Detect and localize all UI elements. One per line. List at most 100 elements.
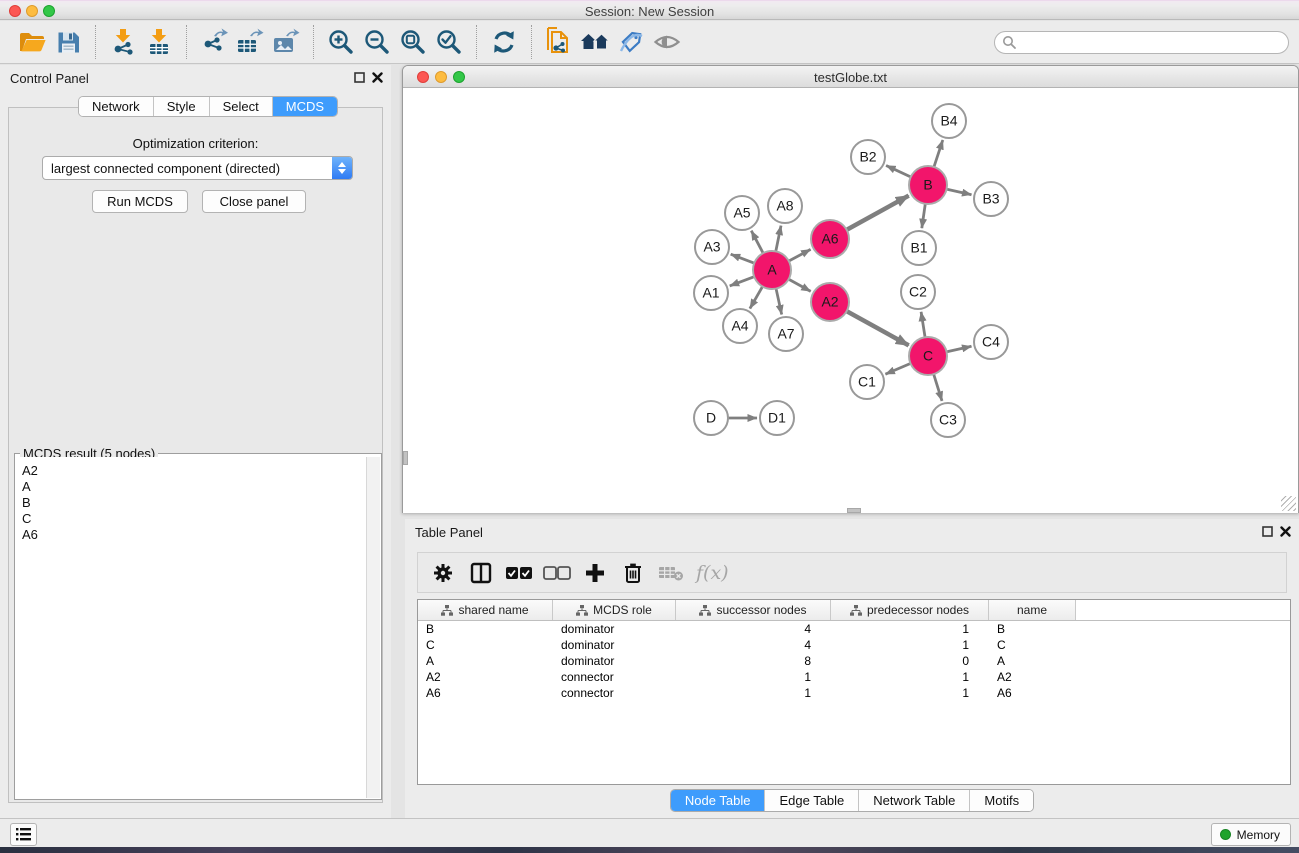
zoom-selected-icon[interactable]: [431, 24, 467, 60]
cell-MCDS-role[interactable]: dominator: [553, 638, 676, 652]
run-mcds-button[interactable]: Run MCDS: [92, 190, 188, 213]
network-window-titlebar[interactable]: testGlobe.txt: [403, 66, 1298, 88]
cell-successor-nodes[interactable]: 4: [676, 622, 831, 636]
result-item-c[interactable]: C: [22, 511, 366, 527]
show-details-eye-icon[interactable]: [649, 24, 685, 60]
cell-MCDS-role[interactable]: dominator: [553, 622, 676, 636]
float-table-panel-icon[interactable]: [1262, 526, 1273, 537]
cell-predecessor-nodes[interactable]: 1: [831, 686, 989, 700]
open-file-icon[interactable]: [14, 24, 50, 60]
cell-name[interactable]: A6: [989, 686, 1076, 700]
cell-predecessor-nodes[interactable]: 1: [831, 622, 989, 636]
node-A[interactable]: A: [753, 251, 791, 289]
result-item-a6[interactable]: A6: [22, 527, 366, 543]
tab-style[interactable]: Style: [154, 97, 210, 116]
zoom-fit-icon[interactable]: [395, 24, 431, 60]
node-A5[interactable]: A5: [725, 196, 759, 230]
cell-successor-nodes[interactable]: 1: [676, 686, 831, 700]
graph-canvas[interactable]: B4B2BB3A8A5A6A3B1AC2A1A2A4A7C4CC1DD1C3: [403, 88, 1298, 513]
node-B2[interactable]: B2: [851, 140, 885, 174]
cell-shared-name[interactable]: A: [418, 654, 553, 668]
cell-shared-name[interactable]: C: [418, 638, 553, 652]
node-C2[interactable]: C2: [901, 275, 935, 309]
result-item-a[interactable]: A: [22, 479, 366, 495]
save-session-icon[interactable]: [50, 24, 86, 60]
cell-successor-nodes[interactable]: 4: [676, 638, 831, 652]
node-D[interactable]: D: [694, 401, 728, 435]
cell-MCDS-role[interactable]: connector: [553, 670, 676, 684]
delete-column-trash-icon[interactable]: [616, 556, 650, 590]
cell-shared-name[interactable]: A6: [418, 686, 553, 700]
tab-edge-table[interactable]: Edge Table: [765, 790, 859, 811]
cell-shared-name[interactable]: A2: [418, 670, 553, 684]
tab-motifs[interactable]: Motifs: [970, 790, 1033, 811]
cell-predecessor-nodes[interactable]: 0: [831, 654, 989, 668]
node-B4[interactable]: B4: [932, 104, 966, 138]
table-row-c[interactable]: Cdominator41C: [418, 637, 1290, 653]
table-row-b[interactable]: Bdominator41B: [418, 621, 1290, 637]
window-resize-grip[interactable]: [1281, 496, 1296, 511]
search-input[interactable]: [1017, 33, 1288, 51]
network-canvas[interactable]: B4B2BB3A8A5A6A3B1AC2A1A2A4A7C4CC1DD1C3: [403, 88, 1298, 513]
export-network-icon[interactable]: [196, 24, 232, 60]
node-D1[interactable]: D1: [760, 401, 794, 435]
vertical-scroll-nub[interactable]: [403, 451, 408, 465]
node-C3[interactable]: C3: [931, 403, 965, 437]
table-row-a2[interactable]: A2connector11A2: [418, 669, 1290, 685]
table-row-a6[interactable]: A6connector11A6: [418, 685, 1290, 701]
home-networks-icon[interactable]: [577, 24, 613, 60]
zoom-out-icon[interactable]: [359, 24, 395, 60]
result-scrollbar[interactable]: [366, 457, 380, 798]
select-all-checks-icon[interactable]: [502, 556, 536, 590]
tab-mcds[interactable]: MCDS: [273, 97, 337, 116]
horizontal-scroll-nub[interactable]: [847, 508, 861, 513]
search-field[interactable]: [994, 31, 1289, 54]
memory-button[interactable]: Memory: [1211, 823, 1291, 846]
network-from-selection-icon[interactable]: [541, 24, 577, 60]
show-columns-icon[interactable]: [464, 556, 498, 590]
column-header-MCDS-role[interactable]: MCDS role: [553, 600, 676, 620]
column-header-shared-name[interactable]: shared name: [418, 600, 553, 620]
close-table-panel-icon[interactable]: [1280, 526, 1291, 537]
float-panel-icon[interactable]: [354, 72, 365, 83]
tab-network-table[interactable]: Network Table: [859, 790, 970, 811]
export-table-icon[interactable]: [232, 24, 268, 60]
criterion-dropdown[interactable]: largest connected component (directed): [42, 156, 353, 180]
refresh-layout-icon[interactable]: [486, 24, 522, 60]
column-header-predecessor-nodes[interactable]: predecessor nodes: [831, 600, 989, 620]
cell-MCDS-role[interactable]: dominator: [553, 654, 676, 668]
close-panel-button[interactable]: Close panel: [202, 190, 306, 213]
cell-successor-nodes[interactable]: 8: [676, 654, 831, 668]
deselect-all-checks-icon[interactable]: [540, 556, 574, 590]
cell-name[interactable]: A: [989, 654, 1076, 668]
node-A6[interactable]: A6: [811, 220, 849, 258]
export-image-icon[interactable]: [268, 24, 304, 60]
cell-successor-nodes[interactable]: 1: [676, 670, 831, 684]
cell-name[interactable]: B: [989, 622, 1076, 636]
cell-name[interactable]: A2: [989, 670, 1076, 684]
node-A1[interactable]: A1: [694, 276, 728, 310]
node-A2[interactable]: A2: [811, 283, 849, 321]
import-table-icon[interactable]: [141, 24, 177, 60]
tab-network[interactable]: Network: [79, 97, 154, 116]
cell-predecessor-nodes[interactable]: 1: [831, 670, 989, 684]
node-A8[interactable]: A8: [768, 189, 802, 223]
node-C1[interactable]: C1: [850, 365, 884, 399]
node-C[interactable]: C: [909, 337, 947, 375]
cell-shared-name[interactable]: B: [418, 622, 553, 636]
hide-labels-icon[interactable]: [613, 24, 649, 60]
node-B1[interactable]: B1: [902, 231, 936, 265]
node-A7[interactable]: A7: [769, 317, 803, 351]
column-header-name[interactable]: name: [989, 600, 1076, 620]
add-column-icon[interactable]: [578, 556, 612, 590]
result-item-b[interactable]: B: [22, 495, 366, 511]
cell-predecessor-nodes[interactable]: 1: [831, 638, 989, 652]
node-A4[interactable]: A4: [723, 309, 757, 343]
node-B[interactable]: B: [909, 166, 947, 204]
close-panel-icon[interactable]: [372, 72, 383, 83]
zoom-in-icon[interactable]: [323, 24, 359, 60]
result-item-a2[interactable]: A2: [22, 463, 366, 479]
node-A3[interactable]: A3: [695, 230, 729, 264]
cell-MCDS-role[interactable]: connector: [553, 686, 676, 700]
tab-select[interactable]: Select: [210, 97, 273, 116]
